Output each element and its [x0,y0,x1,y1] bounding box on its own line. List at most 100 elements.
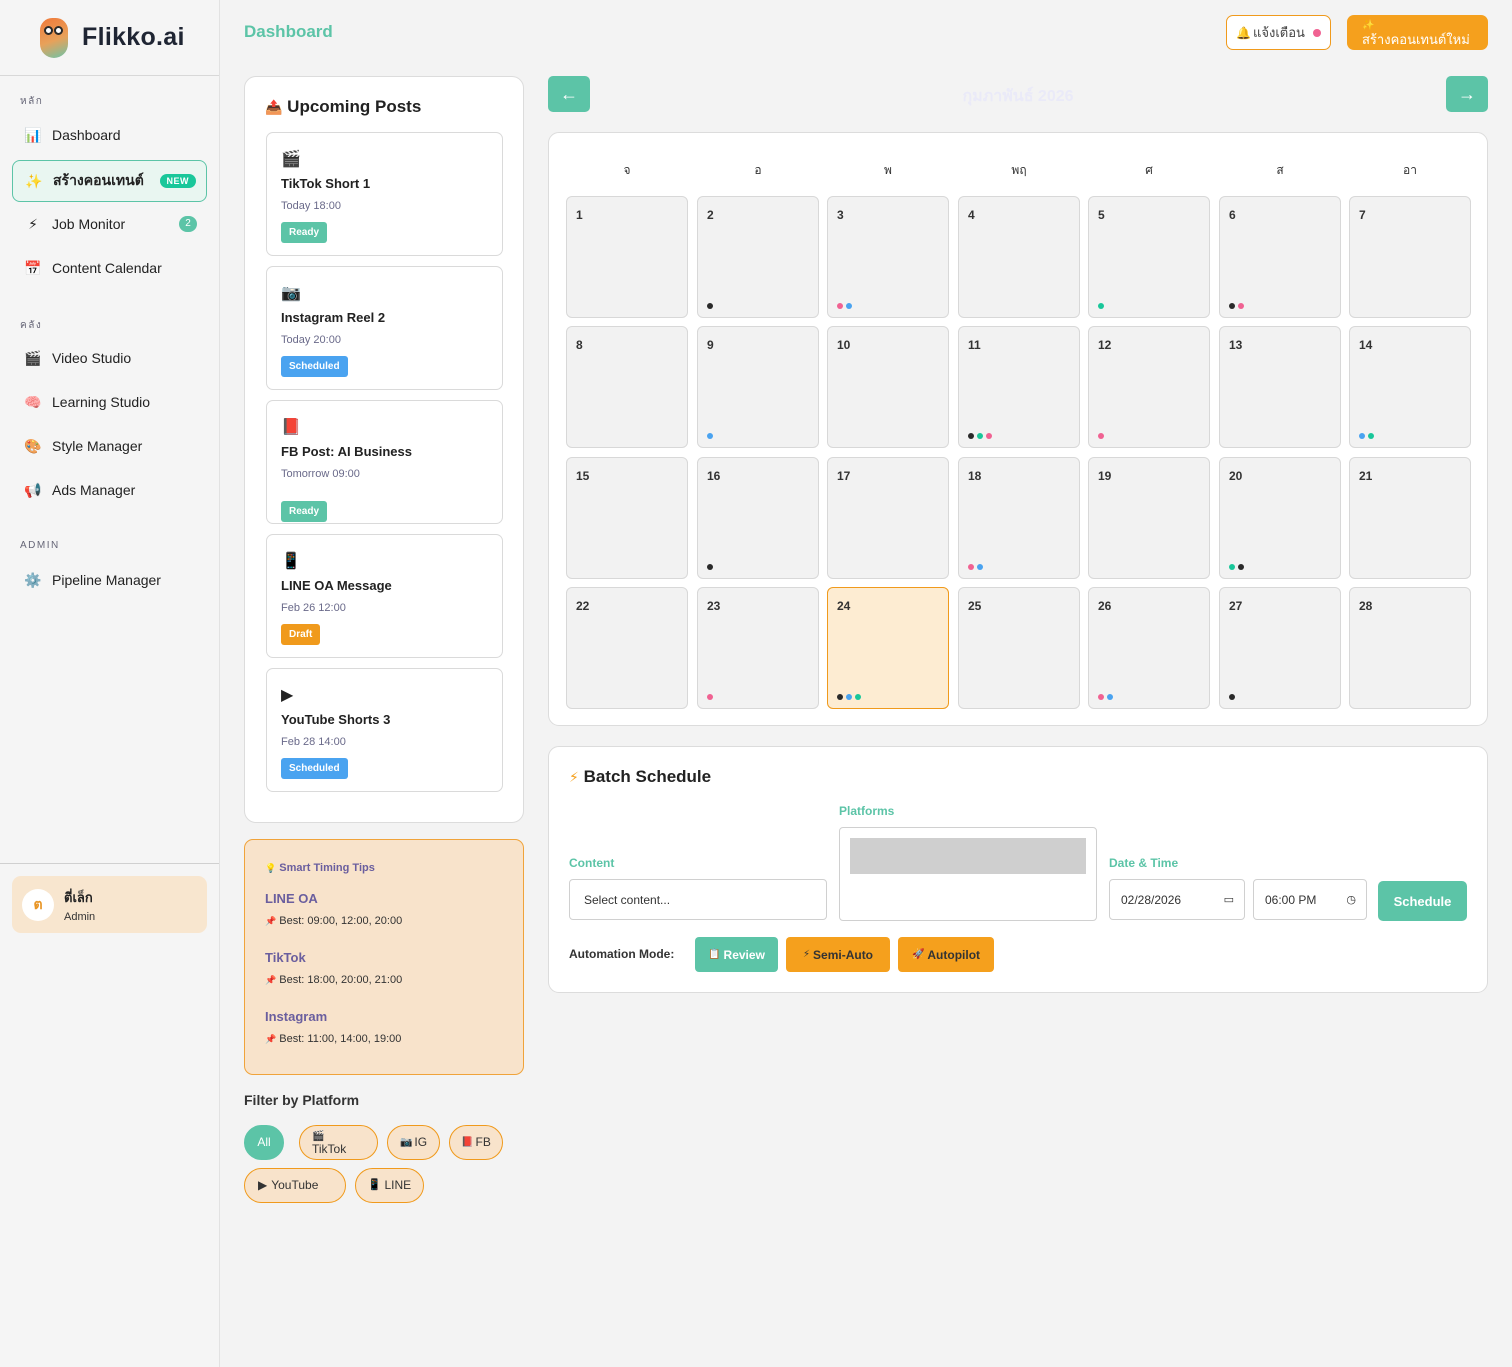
mode-label: Autopilot [927,947,981,962]
post-card[interactable]: 📷 Instagram Reel 2 Today 20:00 Scheduled [266,266,503,390]
post-card[interactable]: ▶ YouTube Shorts 3 Feb 28 14:00 Scheduled [266,668,503,792]
content-select[interactable]: Select content... [569,879,827,920]
calendar-day[interactable]: 12 [1088,326,1210,448]
calendar-day-today[interactable]: 24 [827,587,949,709]
day-number: 2 [707,208,714,222]
sidebar-item-job-monitor[interactable]: ⚡ Job Monitor 2 [12,204,207,244]
sidebar-item-pipeline-manager[interactable]: ⚙️ Pipeline Manager [12,560,207,600]
time-field[interactable]: 06:00 PM ◷ [1253,879,1367,920]
calendar-day[interactable]: 18 [958,457,1080,579]
tips-heading: Smart Timing Tips [279,862,375,874]
sidebar-item-video-studio[interactable]: 🎬 Video Studio [12,338,207,378]
platforms-option-bar[interactable] [850,838,1086,874]
weekday-header: พฤ [1011,163,1027,177]
event-dot [1107,694,1113,700]
smart-timing-tips: 💡 Smart Timing Tips LINE OA 📌 Best: 09:0… [244,839,524,1075]
batch-schedule-heading: Batch Schedule [583,767,712,786]
calendar-day[interactable]: 22 [566,587,688,709]
calendar-day[interactable]: 25 [958,587,1080,709]
mode-review-button[interactable]: 📋 Review [695,937,778,972]
calendar-day[interactable]: 3 [827,196,949,318]
calendar-day[interactable]: 21 [1349,457,1471,579]
sidebar-item-content-calendar[interactable]: 📅 Content Calendar [12,248,207,288]
arrow-right-icon: → [1458,83,1476,104]
sidebar-item-label: Video Studio [52,350,132,366]
calendar-day[interactable]: 7 [1349,196,1471,318]
event-dot [1238,564,1244,570]
event-dots [707,303,713,309]
tips-title: 💡 Smart Timing Tips [265,862,375,874]
sidebar-item-dashboard[interactable]: 📊 Dashboard [12,115,207,155]
filter-chip-line[interactable]: 📱 LINE [355,1168,424,1203]
schedule-button[interactable]: Schedule [1378,881,1467,921]
platforms-multiselect[interactable] [839,827,1097,921]
calendar-day[interactable]: 4 [958,196,1080,318]
status-badge: Ready [281,501,328,522]
calendar-day[interactable]: 17 [827,457,949,579]
clock-icon[interactable]: ◷ [1346,893,1356,906]
filter-chip-fb[interactable]: 📕 FB [449,1125,503,1160]
post-card[interactable]: 📱 LINE OA Message Feb 26 12:00 Draft [266,534,503,658]
post-title: TikTok Short 1 [281,176,371,191]
user-card[interactable]: ต ตี่เล็ก Admin [12,876,207,933]
calendar-day[interactable]: 19 [1088,457,1210,579]
calendar-day[interactable]: 27 [1219,587,1341,709]
calendar-day[interactable]: 2 [697,196,819,318]
prev-month-button[interactable]: ← [548,76,590,112]
event-dot [837,303,843,309]
post-title: LINE OA Message [281,578,392,593]
day-number: 11 [968,338,981,352]
calendar-icon: 📅 [24,259,42,276]
weekday-header: ศ [1145,163,1153,177]
bell-icon: 🔔 [1236,25,1251,40]
mode-autopilot-button[interactable]: 🚀 Autopilot [898,937,994,972]
date-field[interactable]: 02/28/2026 ▭ [1109,879,1245,920]
calendar-day[interactable]: 10 [827,326,949,448]
book-icon: 📕 [281,419,301,436]
post-card[interactable]: 🎬 TikTok Short 1 Today 18:00 Ready [266,132,503,256]
calendar-day[interactable]: 11 [958,326,1080,448]
create-content-button[interactable]: ✨ สร้างคอนเทนต์ใหม่ [1347,15,1488,50]
filter-chip-tiktok[interactable]: 🎬 TikTok [299,1125,378,1160]
sidebar-item-learning-studio[interactable]: 🧠 Learning Studio [12,382,207,422]
sidebar-item-create-content[interactable]: ✨ สร้างคอนเทนต์ NEW [12,160,207,202]
calendar-day[interactable]: 15 [566,457,688,579]
post-card[interactable]: 📕 FB Post: AI Business Tomorrow 09:00 Ready [266,400,503,524]
day-number: 13 [1229,338,1243,352]
calendar-day[interactable]: 6 [1219,196,1341,318]
calendar-day[interactable]: 9 [697,326,819,448]
phone-icon: 📱 [281,553,301,570]
mode-semi-auto-button[interactable]: ⚡ Semi-Auto [786,937,890,972]
event-dot [986,433,992,439]
calendar-day[interactable]: 8 [566,326,688,448]
filter-chip-youtube[interactable]: ▶ YouTube [244,1168,346,1203]
chip-label: TikTok [312,1141,347,1156]
event-dot [977,564,983,570]
calendar-grid: จ อ พ พฤ ศ ส อา 1 2 3 4 5 6 7 8 9 10 11 12 13 14 15 16 1… [548,132,1488,726]
sidebar-item-style-manager[interactable]: 🎨 Style Manager [12,426,207,466]
calendar-day[interactable]: 14 [1349,326,1471,448]
sidebar-item-label: Content Calendar [52,260,162,276]
calendar-day[interactable]: 13 [1219,326,1341,448]
sidebar-item-ads-manager[interactable]: 📢 Ads Manager [12,470,207,510]
logo[interactable]: Flikko.ai [0,0,219,76]
calendar-day[interactable]: 20 [1219,457,1341,579]
calendar-day[interactable]: 23 [697,587,819,709]
clapperboard-icon: 🎬 [24,349,42,366]
notifications-button[interactable]: 🔔 แจ้งเตือน [1226,15,1331,50]
calendar-day[interactable]: 1 [566,196,688,318]
calendar-picker-icon[interactable]: ▭ [1224,893,1234,906]
calendar-day[interactable]: 28 [1349,587,1471,709]
filter-chip-all[interactable]: All [244,1125,284,1160]
day-number: 9 [707,338,714,352]
event-dot [707,694,713,700]
calendar-day[interactable]: 26 [1088,587,1210,709]
calendar-day[interactable]: 5 [1088,196,1210,318]
calendar-day[interactable]: 16 [697,457,819,579]
lightning-icon: ⚡ [802,949,811,960]
filter-chip-ig[interactable]: 📷 IG [387,1125,440,1160]
day-number: 27 [1229,599,1243,613]
event-dot [707,303,713,309]
next-month-button[interactable]: → [1446,76,1488,112]
event-dot [1238,303,1244,309]
